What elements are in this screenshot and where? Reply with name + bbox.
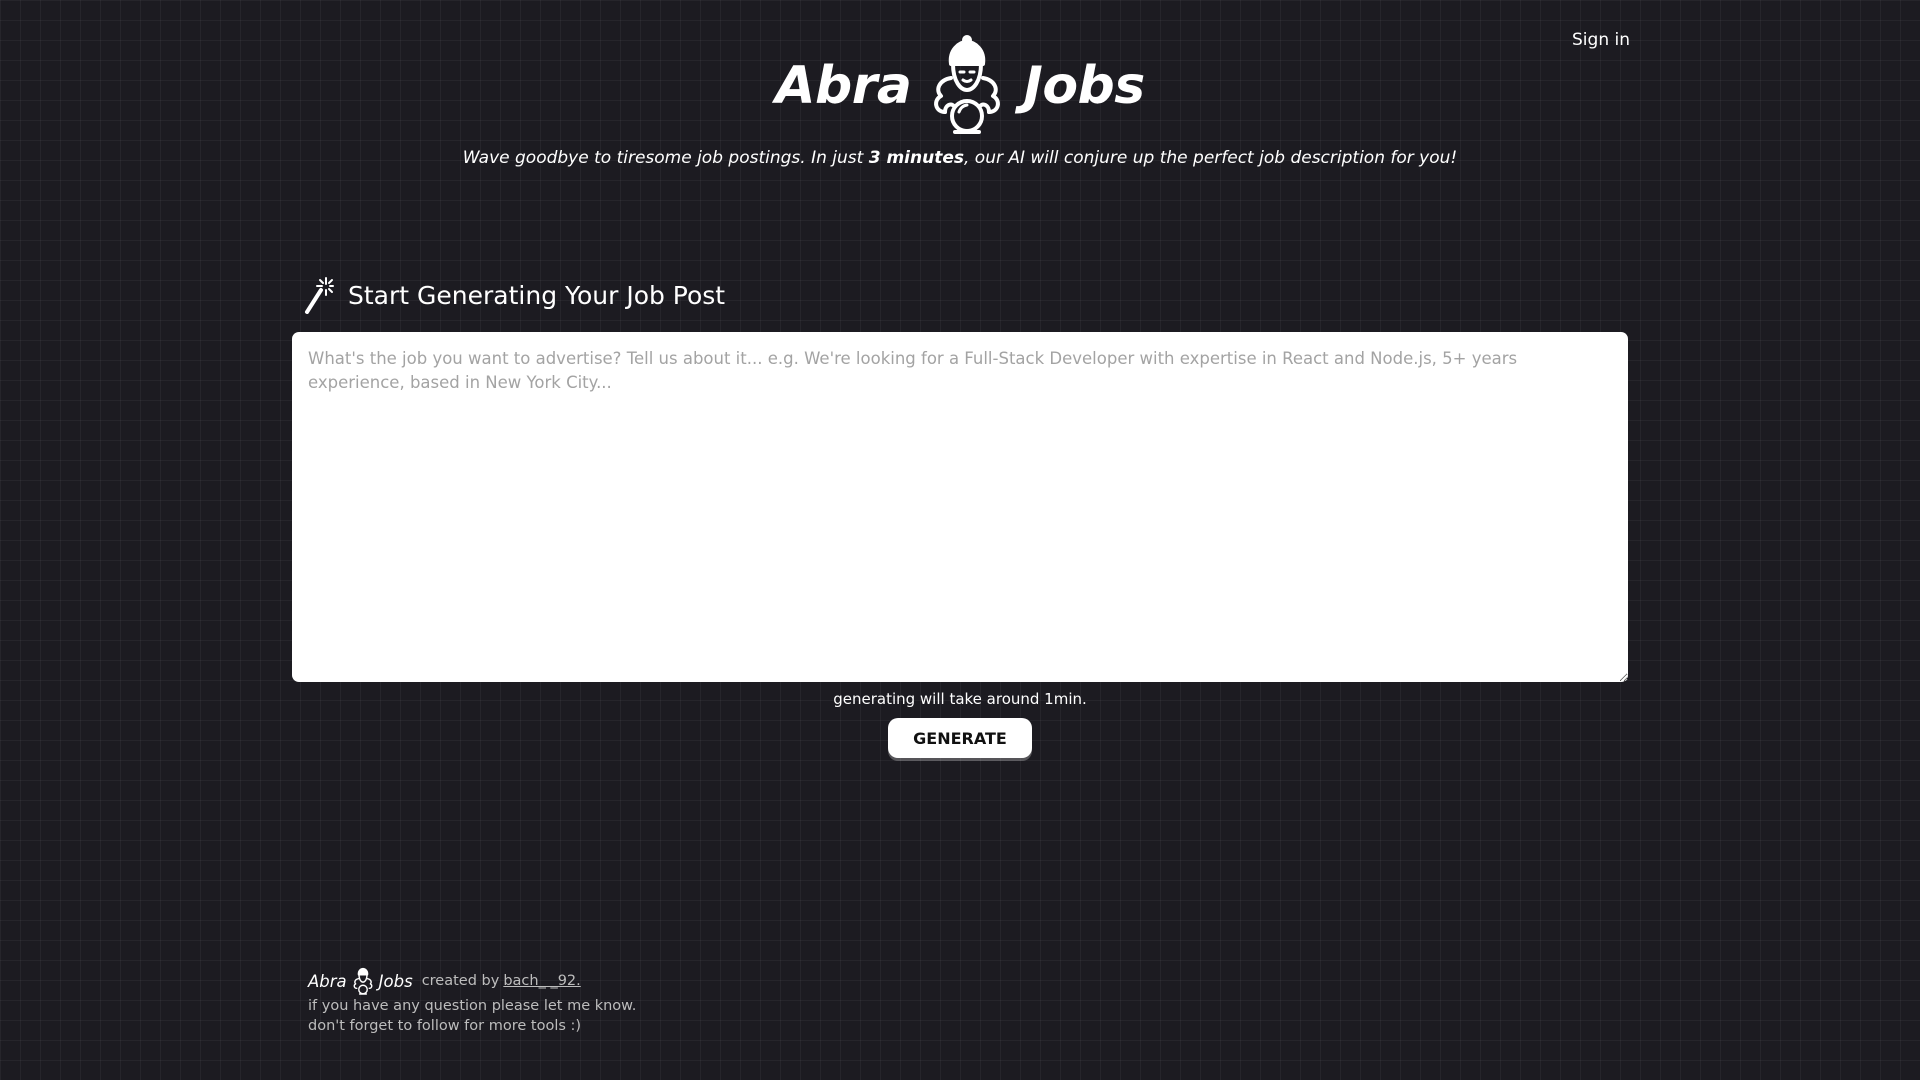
tagline-text-start: Wave goodbye to tiresome job postings. I…: [462, 148, 869, 168]
tagline-highlight: 3 minutes: [868, 148, 964, 168]
footer-created-by: created by: [421, 973, 500, 989]
tagline-text-end: , our AI will conjure up the perfect job…: [963, 148, 1458, 168]
footer-genie-icon: [353, 967, 373, 995]
logo-text-left: Abra: [775, 56, 912, 116]
footer-question-line: if you have any question please let me k…: [308, 998, 637, 1014]
generate-button[interactable]: GENERATE: [888, 718, 1032, 758]
footer-follow-line: don't forget to follow for more tools :): [308, 1018, 582, 1034]
magic-wand-icon: [305, 277, 334, 314]
footer-brand-row: Abra Jobs created by bach_ _92.: [308, 966, 636, 996]
footer-logo-text-right: Jobs: [378, 971, 413, 991]
footer: Abra Jobs created by bach_ _92. if you h…: [308, 966, 636, 1036]
generation-time-hint: generating will take around 1min.: [833, 690, 1087, 708]
tagline: Wave goodbye to tiresome job postings. I…: [0, 148, 1920, 168]
logo-text-right: Jobs: [1023, 56, 1145, 116]
job-description-container: [292, 332, 1628, 682]
site-logo: Abra Jobs: [0, 32, 1920, 140]
footer-author-link[interactable]: bach_ _92.: [503, 973, 580, 989]
section-title: Start Generating Your Job Post: [348, 280, 726, 310]
genie-crystal-ball-icon: [934, 35, 1001, 134]
job-description-input[interactable]: [292, 332, 1628, 682]
section-header: Start Generating Your Job Post: [304, 276, 725, 314]
footer-logo-text-left: Abra: [308, 971, 347, 991]
